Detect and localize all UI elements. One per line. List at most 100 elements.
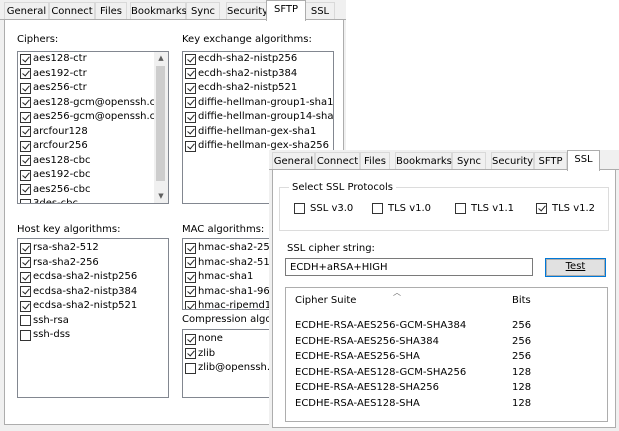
checkbox[interactable]: [185, 362, 196, 374]
checkbox[interactable]: [20, 329, 31, 341]
list-item[interactable]: diffie-hellman-group14-sha1: [183, 110, 333, 125]
checkbox[interactable]: [20, 184, 31, 196]
list-item[interactable]: none: [183, 332, 271, 347]
test-button[interactable]: Test: [545, 258, 606, 277]
table-row[interactable]: ECDHE-RSA-AES128-SHA 128: [286, 396, 607, 411]
scroll-down-icon[interactable]: ▼: [154, 190, 168, 203]
table-row[interactable]: ECDHE-RSA-AES256-SHA384 256: [286, 334, 607, 349]
list-item[interactable]: rsa-sha2-256: [18, 256, 168, 271]
checkbox[interactable]: [185, 68, 196, 80]
list-item[interactable]: 3des-cbc: [18, 197, 168, 203]
checkbox[interactable]: [185, 82, 196, 94]
list-item[interactable]: arcfour128: [18, 125, 168, 140]
ciphers-scrollbar[interactable]: ▲ ▼: [154, 52, 168, 203]
list-item[interactable]: ecdh-sha2-nistp521: [183, 81, 333, 96]
list-item[interactable]: zlib: [183, 347, 271, 362]
tab-sftp[interactable]: SFTP: [534, 152, 567, 169]
tab-connect[interactable]: Connect: [315, 152, 360, 169]
checkbox-box[interactable]: [455, 203, 466, 214]
list-item[interactable]: arcfour256: [18, 139, 168, 154]
cipher-string-input[interactable]: [285, 258, 533, 276]
tab-connect[interactable]: Connect: [49, 2, 95, 19]
checkbox[interactable]: [20, 140, 31, 152]
list-item[interactable]: ssh-rsa: [18, 314, 168, 329]
checkbox-box[interactable]: [372, 203, 383, 214]
checkbox[interactable]: [20, 286, 31, 298]
checkbox[interactable]: [185, 257, 196, 269]
scroll-thumb[interactable]: [156, 66, 165, 181]
list-item[interactable]: hmac-ripemd160: [183, 299, 271, 309]
tls-v11-checkbox[interactable]: TLS v1.1: [455, 203, 514, 214]
checkbox[interactable]: [20, 155, 31, 167]
checkbox[interactable]: [185, 242, 196, 254]
list-item[interactable]: ssh-dss: [18, 328, 168, 343]
checkbox[interactable]: [185, 140, 196, 152]
checkbox[interactable]: [20, 315, 31, 327]
scroll-up-icon[interactable]: ▲: [154, 52, 168, 65]
list-item[interactable]: aes128-ctr: [18, 52, 168, 67]
tab-bookmarks[interactable]: Bookmarks: [130, 2, 187, 19]
checkbox[interactable]: [20, 111, 31, 123]
list-item[interactable]: ecdh-sha2-nistp384: [183, 67, 333, 82]
list-item[interactable]: rsa-sha2-512: [18, 241, 168, 256]
tab-security[interactable]: Security: [491, 152, 534, 169]
checkbox[interactable]: [185, 111, 196, 123]
list-item[interactable]: aes256-gcm@openssh.com: [18, 110, 168, 125]
tab-sync[interactable]: Sync: [452, 152, 486, 169]
list-item[interactable]: ecdsa-sha2-nistp256: [18, 270, 168, 285]
list-item[interactable]: aes192-cbc: [18, 168, 168, 183]
tab-files[interactable]: Files: [95, 2, 127, 19]
checkbox[interactable]: [20, 82, 31, 94]
checkbox[interactable]: [20, 169, 31, 181]
list-item[interactable]: aes256-cbc: [18, 183, 168, 198]
checkbox[interactable]: [185, 333, 196, 345]
ssl-v30-checkbox[interactable]: SSL v3.0: [294, 203, 353, 214]
list-item[interactable]: aes128-gcm@openssh.com: [18, 96, 168, 111]
checkbox[interactable]: [185, 348, 196, 360]
tab-sync[interactable]: Sync: [186, 2, 220, 19]
table-row[interactable]: ECDHE-RSA-AES256-GCM-SHA384 256: [286, 318, 607, 333]
checkbox[interactable]: [185, 271, 196, 283]
tls-v12-checkbox[interactable]: TLS v1.2: [536, 203, 595, 214]
table-row[interactable]: ECDHE-RSA-AES128-GCM-SHA256 128: [286, 365, 607, 380]
ciphers-list[interactable]: aes128-ctr aes192-ctr aes256-ctr aes128-gcm…: [17, 51, 169, 204]
checkbox[interactable]: [20, 97, 31, 109]
tab-general[interactable]: General: [272, 152, 315, 169]
tab-bookmarks[interactable]: Bookmarks: [395, 152, 452, 169]
checkbox[interactable]: [20, 198, 31, 203]
list-item[interactable]: hmac-sha1-96: [183, 285, 271, 300]
tab-ssl[interactable]: SSL: [567, 150, 600, 171]
checkbox[interactable]: [20, 300, 31, 312]
column-header-bits[interactable]: Bits: [512, 291, 531, 311]
checkbox[interactable]: [20, 68, 31, 80]
checkbox[interactable]: [20, 53, 31, 65]
checkbox-box[interactable]: [294, 203, 305, 214]
compression-list[interactable]: none zlib zlib@openssh.co: [182, 329, 272, 398]
tab-files[interactable]: Files: [360, 152, 390, 169]
tab-general[interactable]: General: [4, 2, 49, 19]
tab-ssl[interactable]: SSL: [305, 2, 335, 19]
list-item[interactable]: aes128-cbc: [18, 154, 168, 169]
list-item[interactable]: ecdsa-sha2-nistp384: [18, 285, 168, 300]
checkbox[interactable]: [20, 271, 31, 283]
checkbox[interactable]: [185, 126, 196, 138]
hostkey-list[interactable]: rsa-sha2-512 rsa-sha2-256 ecdsa-sha2-nistp…: [17, 238, 169, 398]
cipher-suite-list[interactable]: Cipher Suite ︿ Bits ECDHE-RSA-AES256-GCM…: [285, 287, 608, 422]
checkbox[interactable]: [20, 126, 31, 138]
checkbox[interactable]: [20, 242, 31, 254]
tab-sftp[interactable]: SFTP: [266, 0, 306, 21]
checkbox-box[interactable]: [536, 203, 547, 214]
checkbox[interactable]: [20, 257, 31, 269]
list-item[interactable]: hmac-sha1: [183, 270, 271, 285]
list-item[interactable]: zlib@openssh.co: [183, 361, 271, 376]
table-row[interactable]: ECDHE-RSA-AES256-SHA 256: [286, 349, 607, 364]
mac-list[interactable]: hmac-sha2-256 hmac-sha2-512 hmac-sha1 hmac-…: [182, 238, 272, 310]
list-item[interactable]: diffie-hellman-group1-sha1: [183, 96, 333, 111]
list-item[interactable]: hmac-sha2-512: [183, 256, 271, 271]
tab-security[interactable]: Security: [226, 2, 268, 19]
checkbox[interactable]: [185, 97, 196, 109]
list-item[interactable]: aes192-ctr: [18, 67, 168, 82]
checkbox[interactable]: [185, 300, 196, 309]
column-header-cipher-suite[interactable]: Cipher Suite: [295, 291, 356, 311]
list-item[interactable]: hmac-sha2-256: [183, 241, 271, 256]
